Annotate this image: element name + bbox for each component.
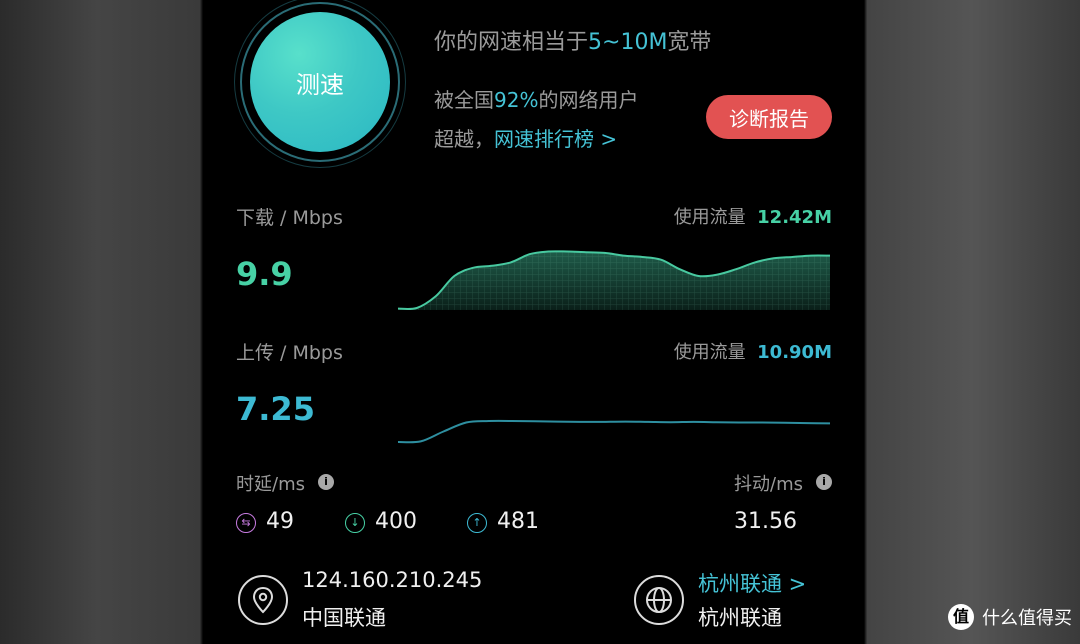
location-pin-icon xyxy=(238,575,288,625)
watermark: 值 什么值得买 xyxy=(948,604,1072,630)
download-latency-icon: ↓ xyxy=(345,513,365,533)
download-traffic-label: 使用流量 xyxy=(673,207,746,228)
upload-latency-value: 481 xyxy=(497,509,539,534)
watermark-badge-icon: 值 xyxy=(948,604,974,630)
ranking-link[interactable]: 网速排行榜 > xyxy=(494,127,617,151)
ping-icon: ⇆ xyxy=(236,513,256,533)
speed-test-button[interactable]: 测速 xyxy=(250,12,390,152)
rank-summary: 被全国92%的网络用户 xyxy=(434,84,638,113)
bandwidth-value: 5~10M xyxy=(588,30,668,55)
speed-test-screen: 测速 你的网速相当于5~10M宽带 被全国92%的网络用户 超越，网速排行榜 >… xyxy=(204,0,864,644)
diagnosis-report-button[interactable]: 诊断报告 xyxy=(706,95,832,139)
bandwidth-summary: 你的网速相当于5~10M宽带 xyxy=(434,24,711,56)
watermark-text: 什么值得买 xyxy=(982,608,1072,629)
ping-value: 49 xyxy=(266,509,294,534)
jitter-info-icon[interactable]: i xyxy=(816,474,832,490)
bandwidth-prefix: 你的网速相当于 xyxy=(434,30,589,55)
upload-label: 上传 / Mbps xyxy=(236,342,343,364)
download-label: 下载 / Mbps xyxy=(236,207,343,229)
download-speed: 9.9 xyxy=(236,255,293,293)
latency-label: 时延/ms xyxy=(236,474,305,495)
city-node-link[interactable]: 杭州联通 > xyxy=(698,568,806,598)
beat-line: 超越，网速排行榜 > xyxy=(434,123,617,152)
upload-traffic: 使用流量 10.90M xyxy=(674,338,832,364)
upload-speed: 7.25 xyxy=(236,390,315,428)
jitter-label: 抖动/ms xyxy=(734,474,803,495)
bandwidth-suffix: 宽带 xyxy=(667,30,712,55)
latency-info-icon[interactable]: i xyxy=(318,474,334,490)
isp-name: 中国联通 xyxy=(302,606,386,630)
rank-percent: 92% xyxy=(494,88,539,112)
upload-latency-icon: ↑ xyxy=(467,513,487,533)
download-traffic: 使用流量 12.42M xyxy=(674,203,832,229)
upload-traffic-label: 使用流量 xyxy=(673,342,746,363)
ip-address: 124.160.210.245 xyxy=(302,568,483,592)
download-traffic-value: 12.42M xyxy=(757,207,832,228)
download-latency-value: 400 xyxy=(375,509,417,534)
city-node: 杭州联通 xyxy=(698,606,782,630)
jitter-value: 31.56 xyxy=(734,509,797,534)
globe-icon xyxy=(634,575,684,625)
upload-traffic-value: 10.90M xyxy=(757,342,832,363)
beat-text: 超越， xyxy=(434,127,494,151)
rank-prefix: 被全国 xyxy=(434,88,494,112)
download-speed-chart xyxy=(397,250,831,311)
upload-speed-chart xyxy=(397,419,831,444)
rank-suffix: 的网络用户 xyxy=(538,88,639,112)
upload-line xyxy=(397,419,831,444)
